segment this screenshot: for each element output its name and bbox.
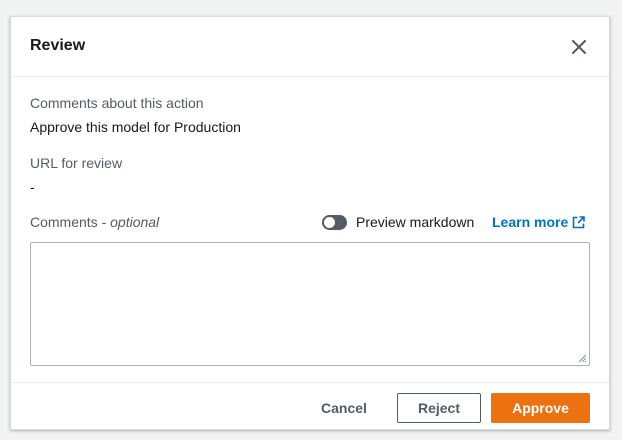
close-button[interactable] [569, 37, 589, 57]
learn-more-link[interactable]: Learn more [492, 214, 586, 230]
learn-more-text: Learn more [492, 214, 569, 230]
comments-textarea[interactable] [30, 242, 590, 366]
close-icon [572, 40, 586, 54]
reject-button[interactable]: Reject [397, 393, 481, 423]
modal-header: Review [11, 17, 609, 77]
url-label: URL for review [30, 155, 123, 171]
comments-label-text: Comments - [30, 214, 111, 230]
external-link-icon [572, 215, 586, 228]
toggle-knob [324, 217, 335, 228]
approve-button[interactable]: Approve [491, 393, 590, 423]
review-modal: Review Comments about this action Approv… [10, 16, 610, 430]
optional-label: optional [110, 214, 160, 230]
url-value: - [30, 179, 35, 195]
preview-markdown-toggle[interactable] [322, 215, 347, 230]
resize-handle-icon[interactable] [577, 353, 587, 363]
comments-action-value: Approve this model for Production [30, 119, 241, 135]
preview-markdown-label: Preview markdown [356, 214, 475, 230]
modal-body: Comments about this action Approve this … [11, 77, 609, 382]
modal-title: Review [30, 37, 86, 54]
cancel-button[interactable]: Cancel [309, 393, 379, 423]
comments-action-label: Comments about this action [30, 95, 204, 111]
modal-footer: Cancel Reject Approve [11, 382, 609, 430]
comments-label: Comments - optional [30, 214, 159, 230]
